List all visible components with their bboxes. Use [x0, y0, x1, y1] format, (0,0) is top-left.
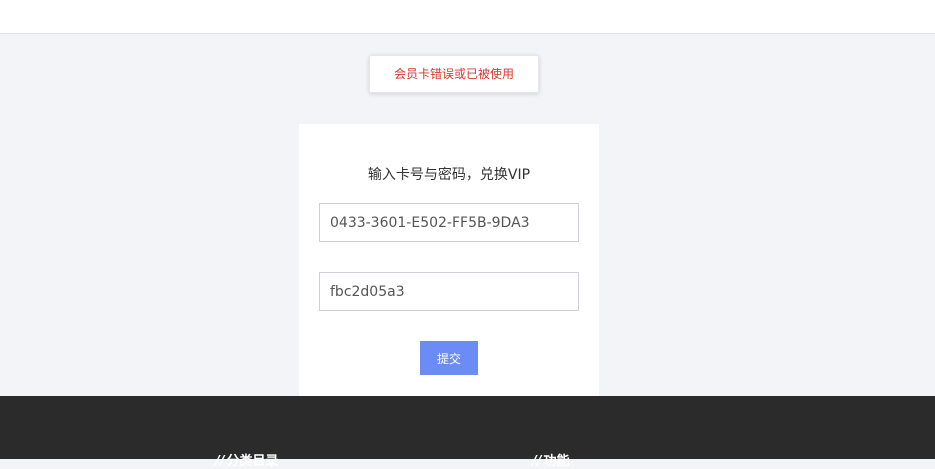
submit-button[interactable]: 提交	[420, 341, 478, 375]
footer-heading-functions: //功能	[532, 450, 570, 469]
error-toast: 会员卡错误或已被使用	[369, 55, 539, 93]
card-password-input[interactable]	[319, 272, 579, 311]
footer-heading-categories: //分类目录	[215, 450, 279, 469]
redeem-title: 输入卡号与密码，兑换VIP	[367, 167, 531, 183]
footer-heading-label: 功能	[543, 454, 570, 469]
footer-heading-mark: //	[215, 454, 225, 469]
redeem-card: 输入卡号与密码，兑换VIP 提交	[299, 124, 599, 414]
top-navbar	[0, 0, 935, 34]
footer-heading-mark: //	[532, 454, 542, 469]
footer: //分类目录 //功能	[0, 396, 935, 469]
card-number-input[interactable]	[319, 203, 579, 242]
footer-heading-label: 分类目录	[226, 454, 279, 469]
